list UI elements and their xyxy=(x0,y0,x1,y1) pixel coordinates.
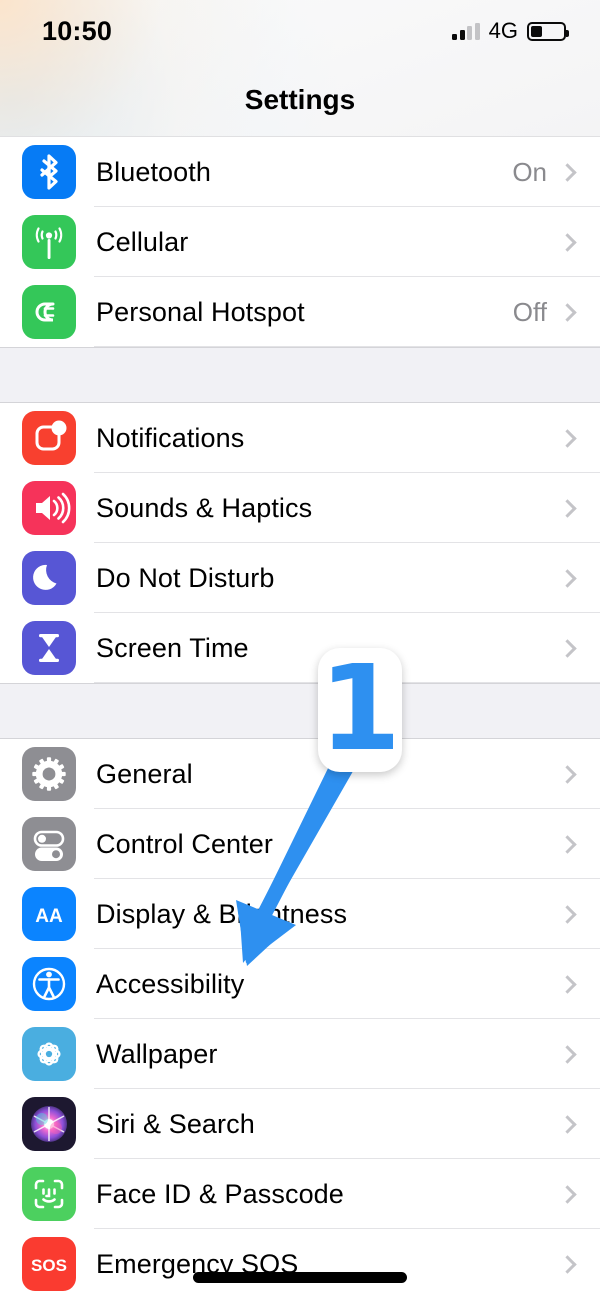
settings-list: Bluetooth On Cellular Personal Hotspot Off No… xyxy=(0,137,600,1299)
sounds-icon xyxy=(22,481,76,535)
settings-row-label: Personal Hotspot xyxy=(96,296,305,327)
hourglass-icon xyxy=(22,621,76,675)
home-indicator xyxy=(193,1272,407,1283)
settings-row-emergency-sos[interactable]: SOS Emergency SOS xyxy=(0,1229,600,1299)
chevron-right-icon xyxy=(558,569,577,588)
chevron-right-icon xyxy=(558,233,577,252)
settings-row-bluetooth[interactable]: Bluetooth On xyxy=(0,137,600,207)
settings-row-control-center[interactable]: Control Center xyxy=(0,809,600,879)
wallpaper-icon xyxy=(22,1027,76,1081)
chevron-right-icon xyxy=(558,1045,577,1064)
settings-row-siri-search[interactable]: Siri & Search xyxy=(0,1089,600,1159)
settings-row-general[interactable]: General xyxy=(0,739,600,809)
settings-row-display-brightness[interactable]: AA Display & Brightness xyxy=(0,879,600,949)
chevron-right-icon xyxy=(558,835,577,854)
navigation-header: 10:50 4G Settings xyxy=(0,0,600,137)
settings-row-do-not-disturb[interactable]: Do Not Disturb xyxy=(0,543,600,613)
settings-row-accessory xyxy=(558,835,600,854)
page-title: Settings xyxy=(244,84,356,115)
cellular-signal-icon xyxy=(452,22,480,40)
settings-row-label: Notifications xyxy=(96,422,245,453)
settings-row-accessibility[interactable]: Accessibility xyxy=(0,949,600,1019)
settings-row-label: Do Not Disturb xyxy=(96,562,275,593)
settings-row-accessory xyxy=(558,499,600,518)
moon-icon xyxy=(22,551,76,605)
toggles-icon xyxy=(22,817,76,871)
settings-row-screen-time[interactable]: Screen Time xyxy=(0,613,600,683)
settings-row-cellular[interactable]: Cellular xyxy=(0,207,600,277)
settings-row-value: Off xyxy=(512,296,547,327)
settings-row-label: Display & Brightness xyxy=(96,898,348,929)
section-gap xyxy=(0,683,600,739)
settings-row-value: On xyxy=(512,156,547,187)
svg-text:AA: AA xyxy=(35,906,63,927)
bluetooth-icon xyxy=(22,145,76,199)
settings-row-label: Wallpaper xyxy=(96,1038,218,1069)
chevron-right-icon xyxy=(558,1185,577,1204)
settings-row-wallpaper[interactable]: Wallpaper xyxy=(0,1019,600,1089)
settings-row-label: Cellular xyxy=(96,226,189,257)
settings-row-label: Face ID & Passcode xyxy=(96,1178,344,1209)
status-bar-time: 10:50 xyxy=(42,15,113,46)
notifications-icon xyxy=(22,411,76,465)
section-gap xyxy=(0,347,600,403)
settings-row-label: Siri & Search xyxy=(96,1108,255,1139)
cellular-icon xyxy=(22,215,76,269)
chevron-right-icon xyxy=(558,499,577,518)
battery-icon xyxy=(527,21,569,41)
status-bar-indicators: 4G xyxy=(452,18,569,43)
gear-icon xyxy=(22,747,76,801)
settings-row-label: Screen Time xyxy=(96,632,249,663)
chevron-right-icon xyxy=(558,163,577,182)
settings-row-sounds-haptics[interactable]: Sounds & Haptics xyxy=(0,473,600,543)
chevron-right-icon xyxy=(558,765,577,784)
chevron-right-icon xyxy=(558,975,577,994)
settings-row-accessory xyxy=(558,1115,600,1134)
accessibility-icon xyxy=(22,957,76,1011)
hotspot-icon xyxy=(22,285,76,339)
svg-text:SOS: SOS xyxy=(31,1256,67,1275)
settings-row-accessory xyxy=(558,233,600,252)
settings-row-face-id-passcode[interactable]: Face ID & Passcode xyxy=(0,1159,600,1229)
network-type-label: 4G xyxy=(488,18,518,43)
display-aa-icon: AA xyxy=(22,887,76,941)
chevron-right-icon xyxy=(558,1115,577,1134)
settings-row-accessory xyxy=(558,639,600,658)
settings-screen: 10:50 4G Settings Bluetooth On Cellular Per… xyxy=(0,0,600,1300)
settings-row-label: Bluetooth xyxy=(96,156,211,187)
settings-row-label: General xyxy=(96,758,193,789)
siri-icon xyxy=(22,1097,76,1151)
settings-row-label: Control Center xyxy=(96,828,273,859)
settings-row-accessory xyxy=(558,1185,600,1204)
chevron-right-icon xyxy=(558,1255,577,1274)
settings-row-notifications[interactable]: Notifications xyxy=(0,403,600,473)
settings-row-label: Accessibility xyxy=(96,968,245,999)
settings-row-accessory: Off xyxy=(513,297,600,328)
settings-row-accessory xyxy=(558,569,600,588)
settings-row-accessory: On xyxy=(512,157,600,188)
chevron-right-icon xyxy=(558,303,577,322)
settings-row-accessory xyxy=(558,975,600,994)
face-id-icon xyxy=(22,1167,76,1221)
settings-row-accessory xyxy=(558,765,600,784)
settings-row-accessory xyxy=(558,429,600,448)
status-bar: 10:50 4G xyxy=(0,0,600,62)
settings-row-accessory xyxy=(558,1255,600,1274)
settings-row-label: Sounds & Haptics xyxy=(96,492,313,523)
chevron-right-icon xyxy=(558,905,577,924)
sos-icon: SOS xyxy=(22,1237,76,1291)
chevron-right-icon xyxy=(558,429,577,448)
settings-row-accessory xyxy=(558,1045,600,1064)
settings-row-accessory xyxy=(558,905,600,924)
settings-row-personal-hotspot[interactable]: Personal Hotspot Off xyxy=(0,277,600,347)
chevron-right-icon xyxy=(558,639,577,658)
